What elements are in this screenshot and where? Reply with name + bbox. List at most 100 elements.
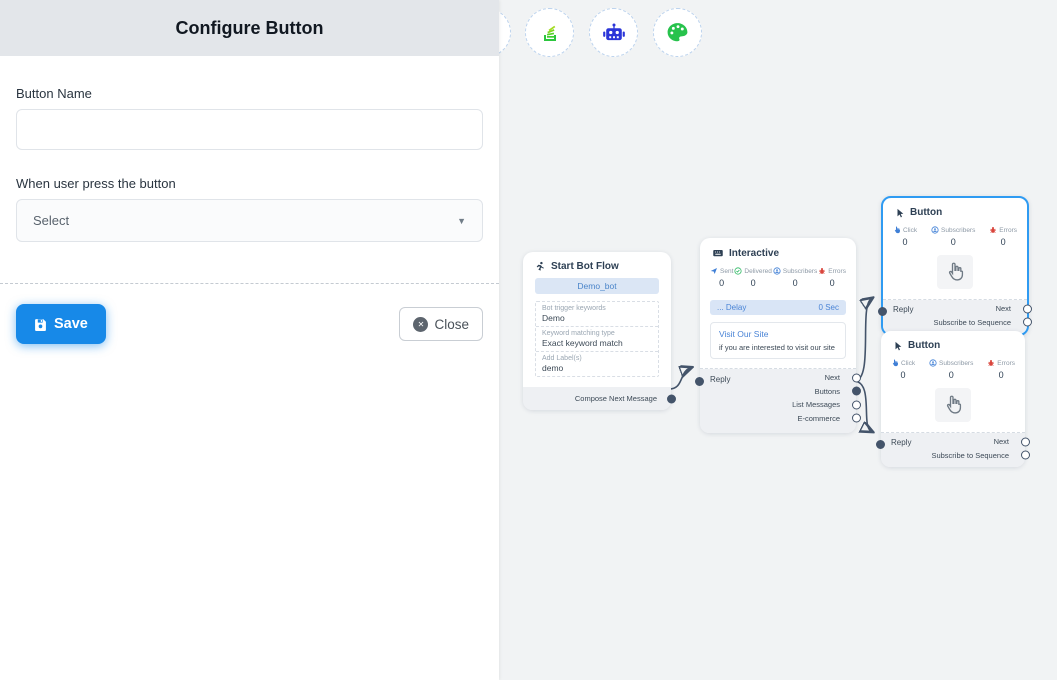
delay-label: ... Delay — [717, 303, 746, 312]
compose-next-message-label: Compose Next Message — [575, 394, 657, 403]
bug-icon — [989, 226, 997, 234]
output-ecommerce: E-commerce — [700, 412, 856, 426]
button-stats: Click 0 Subscribers 0 — [883, 224, 1027, 253]
button-name-label: Button Name — [16, 86, 483, 101]
message-body: if you are interested to visit our site — [719, 343, 837, 352]
output-subscribe-sequence: Subscribe to Sequence — [881, 449, 1025, 463]
stat-value: 0 — [931, 237, 975, 247]
stat-value: 0 — [987, 370, 1015, 380]
message-card[interactable]: Visit Our Site if you are interested to … — [710, 322, 846, 359]
stat-value: 0 — [929, 370, 973, 380]
next-port[interactable] — [1021, 437, 1030, 446]
output-next: Next — [883, 302, 1027, 316]
next-port[interactable] — [1023, 304, 1032, 313]
close-label: Close — [434, 317, 469, 332]
field-label: Add Label(s) — [542, 355, 652, 362]
close-icon: ✕ — [413, 317, 428, 332]
interactive-stats: Sent 0 Delivered 0 — [700, 265, 856, 294]
field-add-labels: Add Label(s) demo — [536, 351, 658, 376]
stat-errors: Errors 0 — [818, 267, 846, 288]
bug-icon — [818, 267, 826, 275]
action-select[interactable]: Select ▼ — [16, 199, 483, 242]
page-title: Configure Button — [176, 18, 324, 39]
field-value: Demo — [542, 313, 652, 323]
field-label: Keyword matching type — [542, 330, 652, 337]
buttons-port[interactable] — [852, 387, 861, 396]
toolbar-button-stack[interactable] — [525, 8, 574, 57]
stat-value: 0 — [710, 278, 733, 288]
stat-value: 0 — [891, 370, 915, 380]
hand-pointer-icon — [937, 255, 973, 289]
cursor-icon — [893, 341, 903, 351]
stat-subscribers: Subscribers 0 — [773, 267, 817, 288]
stat-value: 0 — [734, 278, 771, 288]
output-list-messages: List Messages — [700, 398, 856, 412]
start-bot-flow-node[interactable]: Start Bot Flow Demo_bot Bot trigger keyw… — [523, 252, 671, 410]
configure-button-panel: Configure Button Button Name When user p… — [0, 0, 499, 680]
stat-value: 0 — [818, 278, 846, 288]
button-node-footer: Reply Next Subscribe to Sequence — [883, 300, 1027, 334]
stat-subscribers: Subscribers 0 — [931, 226, 975, 247]
delay-value: 0 Sec — [819, 303, 839, 312]
interactive-node-title: Interactive — [729, 248, 779, 259]
stat-subscribers: Subscribers 0 — [929, 359, 973, 380]
button-node-footer: Reply Next Subscribe to Sequence — [881, 433, 1025, 467]
field-value: Exact keyword match — [542, 338, 652, 348]
button-node-selected[interactable]: Button Click 0 — [881, 196, 1029, 336]
save-button[interactable]: Save — [16, 304, 106, 344]
palette-icon — [665, 20, 690, 45]
delay-bar[interactable]: ... Delay 0 Sec — [710, 300, 846, 315]
user-circle-icon — [929, 359, 937, 367]
stat-value: 0 — [773, 278, 817, 288]
stat-value: 0 — [989, 237, 1017, 247]
chevron-down-icon: ▼ — [457, 216, 466, 226]
select-value: Select — [33, 213, 69, 228]
user-circle-icon — [931, 226, 939, 234]
stat-click: Click 0 — [891, 359, 915, 380]
stat-sent: Sent 0 — [710, 267, 733, 288]
interactive-node[interactable]: Interactive Sent 0 — [700, 238, 856, 433]
output-buttons: Buttons — [700, 385, 856, 399]
toolbar-button-bot[interactable] — [589, 8, 638, 57]
compose-next-message-port[interactable] — [667, 394, 676, 403]
field-matching-type: Keyword matching type Exact keyword matc… — [536, 326, 658, 351]
save-label: Save — [54, 316, 88, 332]
cursor-icon — [895, 208, 905, 218]
button-stats: Click 0 Subscribers 0 — [881, 357, 1025, 386]
button-node[interactable]: Button Click 0 — [881, 331, 1025, 467]
field-value: demo — [542, 363, 652, 373]
start-node-title: Start Bot Flow — [551, 261, 619, 272]
next-port[interactable] — [852, 373, 861, 382]
click-icon — [893, 226, 901, 234]
button-node-title: Button — [908, 340, 940, 351]
start-flow-icon — [535, 261, 546, 272]
bot-name-chip[interactable]: Demo_bot — [535, 278, 659, 294]
stat-errors: Errors 0 — [987, 359, 1015, 380]
interactive-node-footer: Reply Next Buttons List Messages — [700, 369, 856, 433]
bug-icon — [987, 359, 995, 367]
save-icon — [34, 318, 47, 331]
output-next: Next — [881, 435, 1025, 449]
paper-plane-icon — [710, 267, 718, 275]
ecommerce-port[interactable] — [852, 414, 861, 423]
toolbar-button-theme[interactable] — [653, 8, 702, 57]
stack-icon — [538, 21, 562, 45]
check-circle-icon — [734, 267, 742, 275]
field-trigger-keywords: Bot trigger keywords Demo — [536, 302, 658, 326]
user-circle-icon — [773, 267, 781, 275]
hand-pointer-icon — [935, 388, 971, 422]
press-button-label: When user press the button — [16, 176, 483, 191]
button-name-input[interactable] — [16, 109, 483, 150]
stat-errors: Errors 0 — [989, 226, 1017, 247]
close-button[interactable]: ✕ Close — [399, 307, 483, 341]
subscribe-sequence-port[interactable] — [1023, 318, 1032, 327]
stat-click: Click 0 — [893, 226, 917, 247]
start-node-fields: Bot trigger keywords Demo Keyword matchi… — [535, 301, 659, 377]
subscribe-sequence-port[interactable] — [1021, 451, 1030, 460]
output-next: Next — [700, 371, 856, 385]
list-messages-port[interactable] — [852, 400, 861, 409]
robot-icon — [601, 20, 627, 46]
message-title: Visit Our Site — [719, 329, 837, 339]
output-subscribe-sequence: Subscribe to Sequence — [883, 316, 1027, 330]
panel-header: Configure Button — [0, 0, 499, 56]
